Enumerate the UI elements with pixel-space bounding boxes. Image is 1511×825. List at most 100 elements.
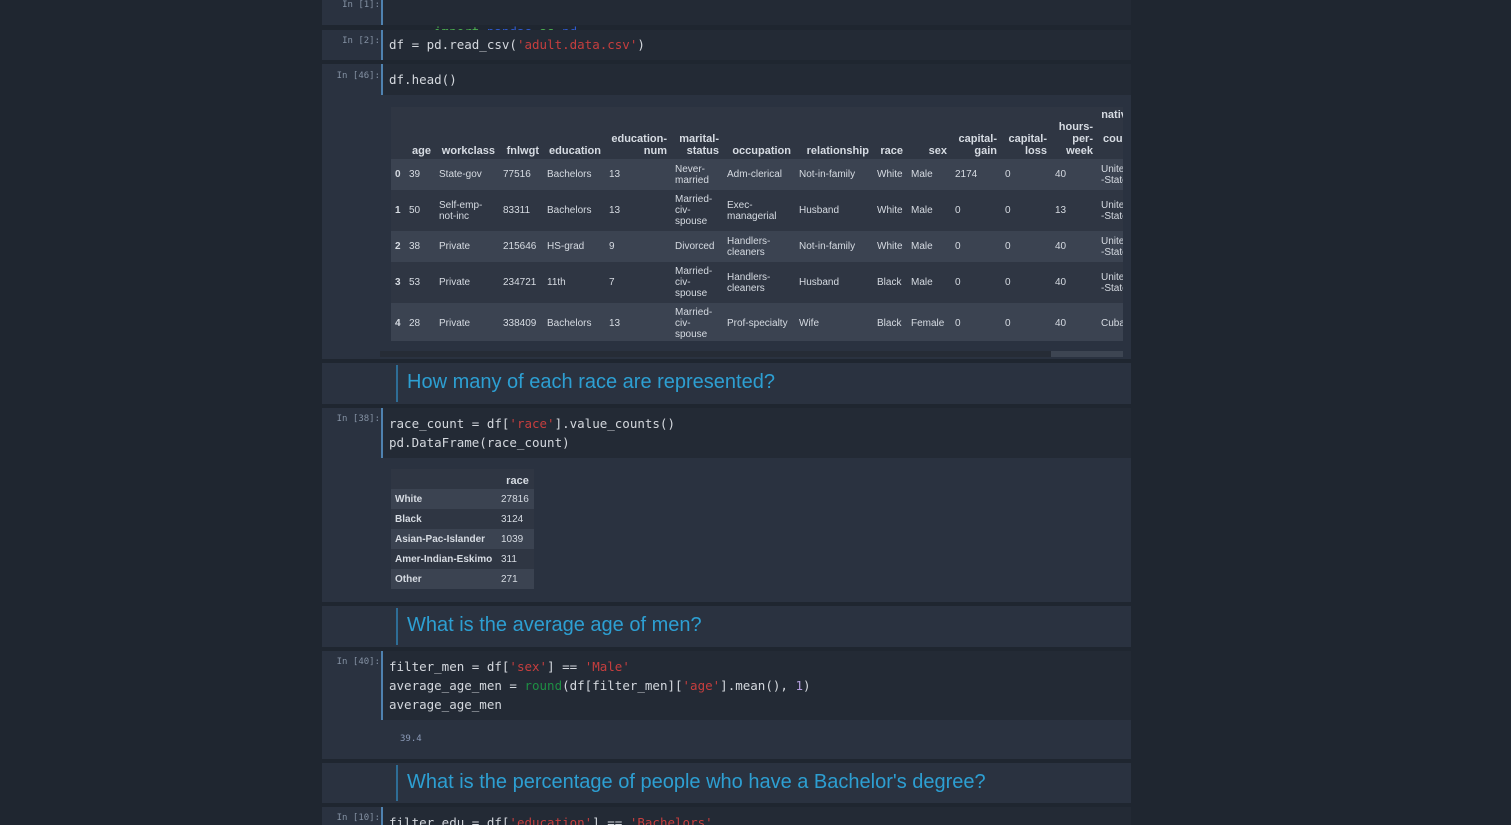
- table-cell: United-States: [1101, 163, 1123, 186]
- code-token: race_count = df[: [389, 416, 510, 431]
- code-input[interactable]: df.head(): [381, 64, 1131, 95]
- table-cell: 9: [609, 241, 615, 252]
- code-token: 'race': [509, 416, 555, 431]
- output-area: race White 27816 Black 3124 Asian-Pac-Island…: [391, 469, 534, 589]
- row-index: 0: [395, 169, 401, 180]
- table-cell: 0: [955, 277, 961, 288]
- code-input[interactable]: df = pd.read_csv('adult.data.csv'): [381, 30, 1131, 60]
- code-cell-import[interactable]: In [1]: import pandas as pd: [322, 0, 1131, 39]
- code-token: df.head(): [389, 72, 457, 87]
- scrollbar-thumb[interactable]: [380, 351, 1051, 357]
- table-cell: 271: [501, 573, 518, 585]
- table-row: 0 39 State-gov 77516 Bachelors 13 Never-marrie…: [391, 159, 1123, 190]
- row-index: 3: [395, 277, 401, 288]
- code-cell-average-age[interactable]: In [40]: filter_men = df['sex'] == 'Male…: [322, 651, 1131, 759]
- table-cell: 40: [1055, 318, 1067, 329]
- code-input[interactable]: filter_edu = df['education'] == 'Bachelo…: [381, 807, 1131, 825]
- code-token: ] ==: [592, 815, 630, 825]
- table-header-cell: capital-gain: [958, 133, 997, 157]
- table-cell: 40: [1055, 169, 1067, 180]
- table-row: White 27816: [391, 489, 534, 509]
- table-header-cell: [391, 469, 497, 489]
- table-cell: United-States: [1101, 199, 1123, 222]
- code-cell-head[interactable]: In [46]: df.head() age workclass fnlwgt edu…: [322, 64, 1131, 359]
- table-cell: Female: [911, 318, 945, 329]
- table-header-row: race: [391, 469, 534, 489]
- cell-prompt: In [38]:: [336, 414, 380, 424]
- code-token: 'Male': [584, 659, 630, 674]
- table-cell: 215646: [503, 241, 537, 252]
- table-cell: 3124: [501, 513, 524, 525]
- table-cell: 0: [1005, 169, 1011, 180]
- table-cell: 40: [1055, 241, 1067, 252]
- row-label: Black: [395, 513, 422, 525]
- table-header-cell: fnlwgt: [506, 145, 539, 157]
- table-cell: 13: [609, 205, 621, 216]
- dataframe-head-table: age workclass fnlwgt education education-num…: [391, 107, 1123, 341]
- table-cell: 28: [409, 318, 421, 329]
- table-cell: White: [877, 205, 903, 216]
- code-cell-filter-edu[interactable]: In [10]: filter_edu = df['education'] ==…: [322, 807, 1131, 825]
- code-input[interactable]: race_count = df['race'].value_counts() p…: [381, 408, 1131, 458]
- table-header-cell: hours-per-week: [1058, 121, 1093, 157]
- table-cell: Handlers-cleaners: [727, 271, 771, 294]
- table-cell: 77516: [503, 169, 531, 180]
- table-cell: 53: [409, 277, 421, 288]
- table-cell: Bachelors: [547, 318, 592, 329]
- table-cell: 13: [609, 318, 621, 329]
- table-cell: 83311: [503, 205, 531, 216]
- table-cell: 234721: [503, 277, 537, 288]
- horizontal-scrollbar[interactable]: [380, 351, 1123, 357]
- table-cell: HS-grad: [547, 241, 585, 252]
- code-token: ].value_counts(): [554, 416, 675, 431]
- table-header-cell: education-num: [611, 133, 667, 157]
- code-token: 'sex': [509, 659, 548, 674]
- table-cell: 13: [609, 169, 621, 180]
- table-row: Black 3124: [391, 509, 534, 529]
- table-cell: Divorced: [675, 241, 715, 252]
- table-cell: Black: [877, 318, 902, 329]
- code-input[interactable]: import pandas as pd: [381, 0, 1131, 39]
- table-cell: Not-in-family: [799, 241, 856, 252]
- table-cell: Male: [911, 205, 933, 216]
- table-cell: 0: [1005, 241, 1011, 252]
- table-header-cell: marital-status: [679, 133, 719, 157]
- table-cell: Prof-specialty: [727, 318, 788, 329]
- code-cell-race-count[interactable]: In [38]: race_count = df['race'].value_c…: [322, 408, 1131, 602]
- code-token: pd.DataFrame(race_count): [389, 435, 570, 450]
- code-token: 'age': [682, 678, 721, 693]
- table-row: Amer-Indian-Eskimo 311: [391, 549, 534, 569]
- table-cell: 38: [409, 241, 421, 252]
- code-token: ].mean(),: [720, 678, 796, 693]
- table-header-cell: race: [506, 475, 529, 487]
- table-cell: Male: [911, 241, 933, 252]
- table-cell: 0: [1005, 318, 1011, 329]
- code-cell-read-csv[interactable]: In [2]: df = pd.read_csv('adult.data.csv…: [322, 30, 1131, 60]
- table-cell: 27816: [501, 493, 529, 505]
- markdown-cell[interactable]: How many of each race are represented?: [322, 363, 1131, 404]
- code-token: ] ==: [547, 659, 585, 674]
- markdown-cell[interactable]: What is the percentage of people who hav…: [322, 763, 1131, 803]
- table-cell: Husband: [799, 277, 840, 288]
- table-row: 3 53 Private 234721 11th 7 Married-civ-spouse H…: [391, 262, 1123, 303]
- table-cell: 0: [955, 205, 961, 216]
- markdown-bar: [396, 765, 398, 801]
- markdown-bar: [396, 608, 398, 645]
- table-header-cell: capital-loss: [1008, 133, 1047, 157]
- row-index: 2: [395, 241, 401, 252]
- code-token: df = pd.read_csv(: [389, 37, 517, 52]
- markdown-heading: How many of each race are represented?: [407, 371, 775, 393]
- table-cell: Bachelors: [547, 169, 592, 180]
- table-header-cell: age: [412, 145, 431, 157]
- markdown-cell[interactable]: What is the average age of men?: [322, 606, 1131, 647]
- table-cell: 338409: [503, 318, 537, 329]
- table-cell: Married-civ-spouse: [675, 266, 713, 299]
- table-header-cell: workclass: [441, 145, 495, 157]
- table-cell: 0: [955, 241, 961, 252]
- code-token: 'Bachelors': [629, 815, 713, 825]
- table-cell: Male: [911, 277, 933, 288]
- table-header-cell: race: [880, 145, 903, 157]
- cell-prompt: In [10]:: [336, 813, 380, 823]
- markdown-heading: What is the average age of men?: [407, 614, 702, 636]
- code-input[interactable]: filter_men = df['sex'] == 'Male' average…: [381, 651, 1131, 720]
